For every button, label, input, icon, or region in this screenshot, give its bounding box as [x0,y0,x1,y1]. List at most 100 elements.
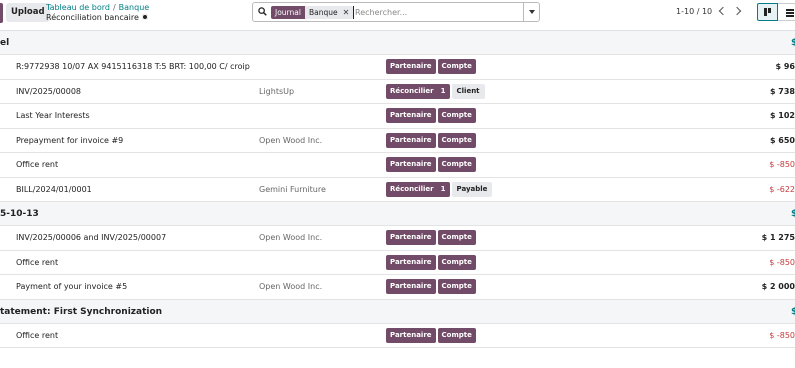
partner-button[interactable]: Partenaire [386,59,436,74]
account-button[interactable]: Compte [437,327,476,343]
group-title: tatement: First Synchronization [0,306,163,317]
table-row[interactable]: Office rent Partenaire Compte $ -850 [0,153,795,178]
button-label: Partenaire [390,135,432,144]
row-actions: Partenaire Compte [386,108,476,123]
transaction-partner: Open Wood Inc. [259,282,323,291]
group-header[interactable]: 5-10-13 $ [0,202,795,226]
transaction-amount: $ -850 [769,330,795,340]
table-row[interactable]: Prepayment for invoice #9 Open Wood Inc. P… [0,128,795,153]
transaction-label: Last Year Interests [16,111,90,120]
breadcrumb-dashboard[interactable]: Tableau de bord [46,3,110,12]
transaction-label: R:9772938 10/07 AX 9415116318 T:5 BRT: 1… [16,62,250,71]
row-actions: Partenaire Compte [386,132,476,148]
row-actions: Partenaire Compte [386,254,476,270]
account-button[interactable]: Compte [437,230,476,245]
account-button[interactable]: Compte [437,279,476,294]
transaction-label: INV/2025/00008 [16,86,82,96]
search-bar: Journal Banque ✕ [252,2,540,22]
partner-button[interactable]: Partenaire [386,254,436,270]
transaction-amount: $ -850 [769,160,795,169]
account-button[interactable]: Compte [437,157,476,172]
table-row[interactable]: BILL/2024/01/0001 Gemini Furniture Réconci… [0,177,795,202]
row-actions: Partenaire Compte [386,157,476,172]
table-row[interactable]: Office rent Partenaire Compte $ -850 [0,323,795,348]
page-title: Réconciliation bancaire [46,13,148,22]
transaction-amount: $ 738 [769,86,795,96]
button-label: Partenaire [390,282,432,290]
transaction-amount: $ -850 [769,257,795,267]
account-button[interactable]: Compte [437,132,476,148]
transaction-amount: $ 102 [769,111,795,120]
group-header[interactable]: tatement: First Synchronization $ [0,299,795,324]
reconcile-button[interactable]: Réconcilier 1 [386,83,450,99]
row-actions: Partenaire Compte [386,279,476,294]
search-facet-journal: Journal Banque ✕ [271,6,354,19]
transaction-label: Office rent [16,330,59,340]
group-amount: $ [791,306,795,317]
partner-button[interactable]: Partenaire [386,108,436,123]
kanban-view-button[interactable] [757,3,778,21]
partner-button[interactable]: Partenaire [386,157,436,172]
partner-button[interactable]: Partenaire [386,132,436,148]
button-label: Partenaire [390,111,432,119]
transaction-label: Office rent [16,257,59,267]
facet-label: Journal [271,6,305,19]
button-label: Compte [441,160,472,168]
pager-previous-button[interactable] [714,3,729,20]
match-count-badge: 1 [440,86,446,95]
pager-next-button[interactable] [731,3,746,20]
chevron-left-icon [718,6,728,16]
button-label: Compte [441,233,472,241]
transaction-amount: $ 650 [769,135,795,145]
search-options-toggle[interactable] [523,3,539,21]
transaction-partner: Open Wood Inc. [259,135,323,145]
search-icon[interactable] [258,7,267,16]
reconciliation-list: el $ R:9772938 10/07 AX 9415116318 T:5 BRT… [0,31,795,348]
button-label: Compte [441,111,472,119]
row-actions: Réconcilier 1 Payable [386,181,493,197]
button-label: Compte [441,62,472,70]
button-label: Compte [441,330,472,339]
breadcrumb-bank[interactable]: Banque [119,3,150,12]
account-button[interactable]: Compte [437,254,476,270]
pager-value[interactable]: 1-10 / 10 [676,7,712,16]
match-count-badge: 1 [440,184,446,193]
list-view-button[interactable] [778,3,795,21]
transaction-label: Prepayment for invoice #9 [16,135,124,145]
table-row[interactable]: INV/2025/00006 and INV/2025/00007 Open Wo… [0,226,795,251]
button-label: Compte [441,257,472,266]
transaction-label: Office rent [16,160,59,169]
partner-button[interactable]: Partenaire [386,279,436,294]
row-actions: Réconcilier 1 Client [386,83,485,99]
table-row[interactable]: Last Year Interests Partenaire Compte $ 102 [0,104,795,129]
transaction-amount: $ 96 [775,62,795,71]
button-label: Partenaire [390,233,432,241]
group-header[interactable]: el $ [0,31,795,55]
button-label: Partenaire [390,330,432,339]
breadcrumb-separator: / [112,3,116,12]
row-actions: Partenaire Compte [386,230,476,245]
counterpart-type-button[interactable]: Client [451,83,485,99]
partner-button[interactable]: Partenaire [386,327,436,343]
gear-icon[interactable] [141,13,148,20]
transaction-label: Payment of your invoice #5 [16,282,128,291]
table-row[interactable]: R:9772938 10/07 AX 9415116318 T:5 BRT: 1… [0,55,795,80]
button-label: Partenaire [390,160,432,168]
upload-button[interactable]: Upload [6,3,50,22]
group-title: 5-10-13 [0,209,39,219]
table-row[interactable]: Office rent Partenaire Compte $ -850 [0,250,795,275]
partner-button[interactable]: Partenaire [386,230,436,245]
account-button[interactable]: Compte [437,108,476,123]
search-input[interactable] [353,6,521,19]
transaction-label: BILL/2024/01/0001 [16,184,92,194]
table-row[interactable]: INV/2025/00008 LightsUp Réconcilier 1 Client… [0,79,795,104]
button-label: Partenaire [390,62,432,70]
table-row[interactable]: Payment of your invoice #5 Open Wood Inc.… [0,275,795,300]
counterpart-type-button[interactable]: Payable [451,181,493,197]
list-icon [786,9,794,17]
group-amount: $ [791,38,795,48]
reconcile-button[interactable]: Réconcilier 1 [386,181,450,197]
account-button[interactable]: Compte [437,59,476,74]
remove-facet-icon[interactable]: ✕ [340,6,354,19]
button-label: Réconcilier [390,86,434,95]
